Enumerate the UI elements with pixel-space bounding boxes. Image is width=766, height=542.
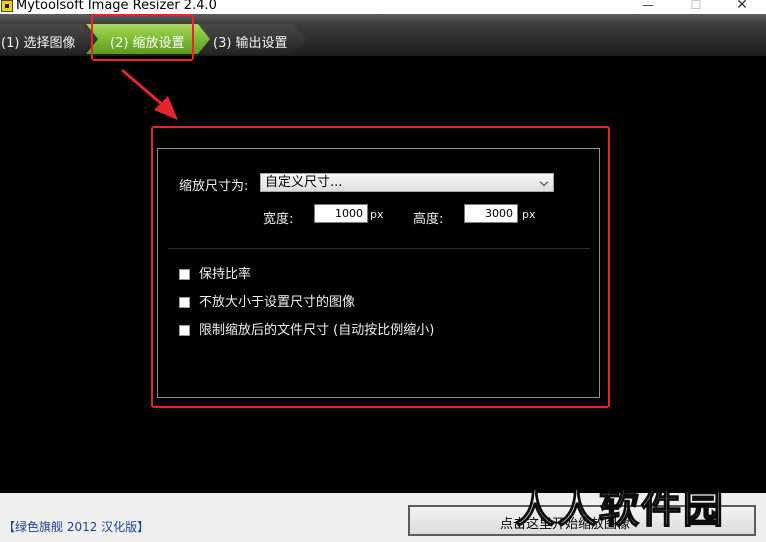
no-enlarge-checkbox[interactable] xyxy=(179,297,190,308)
close-button[interactable]: ✕ xyxy=(722,0,762,14)
step-label: (1) 选择图像 xyxy=(1,36,76,51)
no-enlarge-label: 不放大小于设置尺寸的图像 xyxy=(199,295,356,310)
keep-ratio-checkbox[interactable] xyxy=(179,269,190,280)
height-label: 高度: xyxy=(413,212,444,227)
step-label: (3) 输出设置 xyxy=(213,36,288,51)
width-input[interactable] xyxy=(314,204,368,223)
scale-mode-select[interactable]: 自定义尺寸... xyxy=(260,173,554,192)
app-logo-icon xyxy=(1,0,13,12)
maximize-button[interactable]: ☐ xyxy=(676,0,716,14)
scale-mode-value: 自定义尺寸... xyxy=(265,175,343,190)
width-label: 宽度: xyxy=(263,212,294,227)
divider xyxy=(168,248,590,249)
height-unit: px xyxy=(522,208,536,221)
height-input[interactable] xyxy=(464,204,518,223)
step-output-settings[interactable]: (3) 输出设置 xyxy=(198,24,306,54)
step-select-images[interactable]: (1) 选择图像 xyxy=(0,24,96,54)
chevron-down-icon xyxy=(539,177,549,187)
annotation-arrow-icon xyxy=(121,68,178,120)
resize-settings-panel: 缩放尺寸为: 自定义尺寸... 宽度: px 高度: px 保持比率 不放大小于… xyxy=(157,148,600,398)
watermark: 人人软件园 xyxy=(514,485,725,533)
limit-filesize-checkbox[interactable] xyxy=(179,325,190,336)
annotation-highlight-step xyxy=(91,14,194,61)
scale-mode-label: 缩放尺寸为: xyxy=(179,179,249,194)
brand-label: 【绿色旗舰 2012 汉化版】 xyxy=(3,520,150,534)
limit-filesize-label: 限制缩放后的文件尺寸 (自动按比例缩小) xyxy=(199,323,435,338)
keep-ratio-label: 保持比率 xyxy=(199,267,252,282)
width-unit: px xyxy=(370,208,384,221)
title-bar: Mytoolsoft Image Resizer 2.4.0 — ☐ ✕ xyxy=(0,0,766,14)
minimize-button[interactable]: — xyxy=(628,0,668,14)
window-title: Mytoolsoft Image Resizer 2.4.0 xyxy=(16,0,217,13)
